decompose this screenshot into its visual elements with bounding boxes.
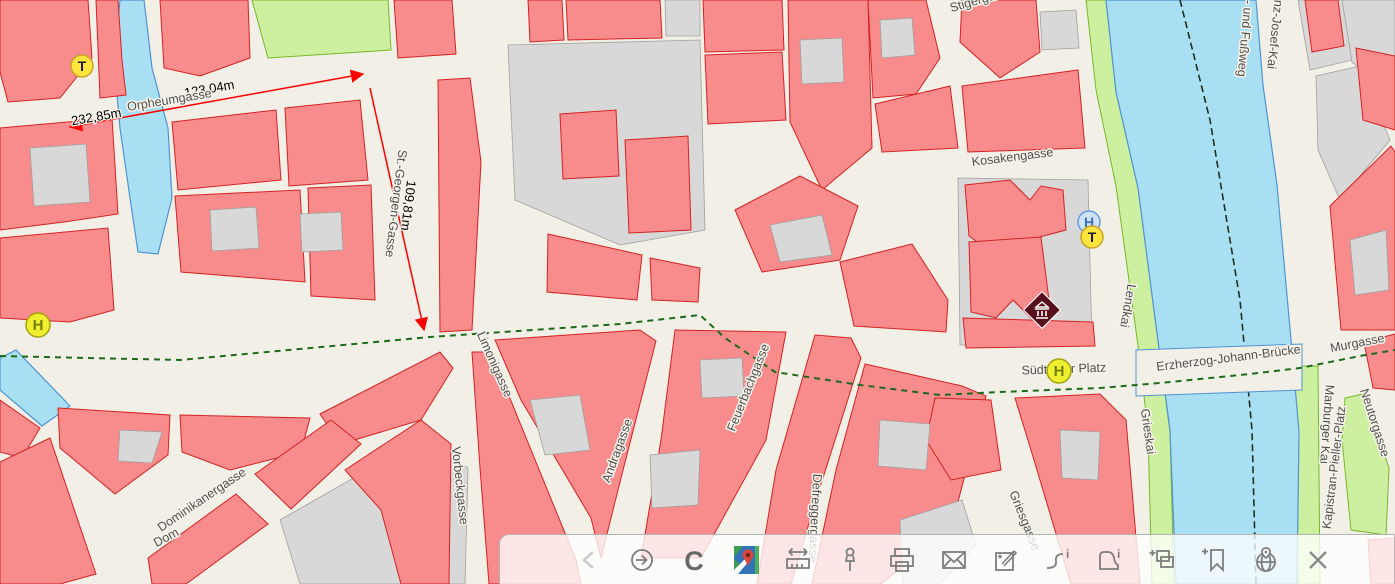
bus-stop-marker[interactable]: H [1047, 359, 1071, 383]
svg-text:T: T [78, 58, 87, 74]
open-link-circle-icon [627, 545, 657, 575]
edit-redlining-icon [991, 545, 1021, 575]
map-application: 232,85m 123,04m 109,81m Orpheumgasse St.… [0, 0, 1395, 584]
edit-redlining-button[interactable] [988, 542, 1024, 578]
back-chevron-icon [575, 545, 605, 575]
svg-text:i: i [1066, 547, 1069, 561]
svg-text:T: T [1088, 229, 1097, 245]
email-button[interactable] [936, 542, 972, 578]
svg-text:C: C [684, 546, 704, 575]
identify-polygon-icon: i [1095, 545, 1125, 575]
refresh-button[interactable]: C [676, 542, 712, 578]
print-icon [887, 545, 917, 575]
bus-stop-marker[interactable]: H [26, 313, 50, 337]
bottom-toolbar: C [499, 534, 1395, 584]
pin-icon [835, 545, 865, 575]
add-layer-icon [1147, 545, 1177, 575]
email-icon [939, 545, 969, 575]
close-button[interactable] [1300, 542, 1336, 578]
refresh-icon: C [679, 545, 709, 575]
identify-line-button[interactable]: i [1040, 542, 1076, 578]
geolocation-globe-icon [1251, 545, 1281, 575]
google-maps-button[interactable] [728, 542, 764, 578]
add-layer-button[interactable] [1144, 542, 1180, 578]
open-link-button[interactable] [624, 542, 660, 578]
close-icon [1303, 545, 1333, 575]
identify-polygon-button[interactable]: i [1092, 542, 1128, 578]
identify-line-icon: i [1043, 545, 1073, 575]
svg-text:H: H [1054, 363, 1065, 380]
add-bookmark-icon [1199, 545, 1229, 575]
add-bookmark-button[interactable] [1196, 542, 1232, 578]
print-button[interactable] [884, 542, 920, 578]
map-canvas[interactable]: 232,85m 123,04m 109,81m Orpheumgasse St.… [0, 0, 1395, 584]
pin-button[interactable] [832, 542, 868, 578]
svg-text:H: H [33, 317, 44, 334]
svg-text:i: i [1117, 547, 1120, 561]
measure-ruler-icon [783, 545, 813, 575]
geolocation-button[interactable] [1248, 542, 1284, 578]
google-maps-icon [731, 545, 761, 575]
measure-button[interactable] [780, 542, 816, 578]
tram-stop-marker[interactable]: T [71, 55, 93, 77]
tram-stop-marker[interactable]: T [1081, 226, 1103, 248]
back-button[interactable] [572, 542, 608, 578]
